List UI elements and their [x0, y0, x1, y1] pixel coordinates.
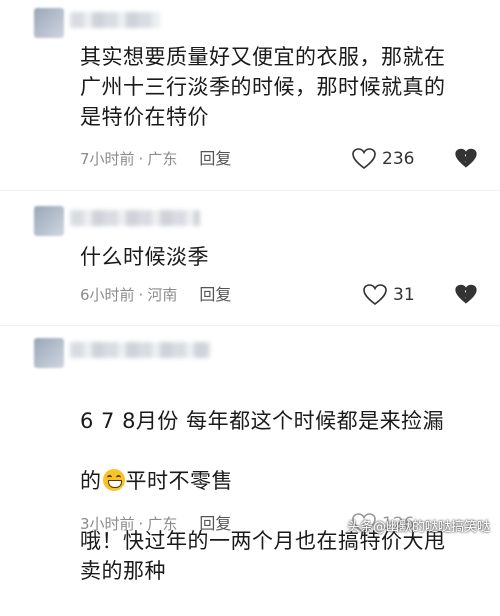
- grinning-face-emoji-icon: [102, 469, 125, 491]
- comment-text: 其实想要质量好又便宜的衣服，那就在 广州十三行淡季的时候，那时候就真的 是特价在…: [80, 45, 446, 129]
- comment-location: 广东: [147, 515, 178, 533]
- heart-outline-icon: [363, 284, 387, 306]
- reply-button[interactable]: 回复: [199, 512, 231, 536]
- username-blurred[interactable]: [70, 12, 160, 28]
- comment-text: 什么时候淡季: [80, 245, 209, 269]
- avatar[interactable]: [34, 8, 64, 38]
- like-count: 31: [393, 285, 415, 305]
- comment-text: 6 7 8月份 每年都这个时候都是来捡漏 的平时不零售 哦！快过年的一两个月也在…: [80, 376, 480, 616]
- like-button[interactable]: 31: [363, 281, 415, 309]
- avatar[interactable]: [34, 338, 64, 368]
- username-blurred[interactable]: [70, 210, 200, 226]
- heart-outline-icon: [352, 148, 376, 170]
- comment-text-line: 6 7 8月份 每年都这个时候都是来捡漏: [80, 409, 445, 433]
- like-button[interactable]: 236: [352, 145, 414, 173]
- reply-button[interactable]: 回复: [199, 147, 231, 171]
- comment-meta: 7小时前 · 广东 回复: [80, 147, 231, 171]
- broken-heart-icon[interactable]: [455, 148, 477, 169]
- comment-meta: 3小时前 · 广东 回复: [80, 512, 231, 536]
- comment-text-segment: 的: [80, 469, 102, 493]
- avatar[interactable]: [34, 206, 64, 236]
- watermark: 头条@幽默的哒哒搞笑哒: [346, 520, 490, 535]
- like-count: 236: [382, 149, 415, 169]
- comment-time: 3小时前: [80, 515, 135, 533]
- divider: [0, 325, 500, 326]
- separator: ·: [138, 286, 144, 304]
- comment-time: 7小时前: [80, 150, 135, 168]
- comment-location: 广东: [147, 150, 178, 168]
- comment-meta: 6小时前 · 河南 回复: [80, 283, 231, 307]
- separator: ·: [138, 150, 144, 168]
- broken-heart-icon[interactable]: [455, 284, 477, 305]
- reply-button[interactable]: 回复: [199, 283, 231, 307]
- divider: [0, 190, 500, 191]
- comment-text-segment: 平时不零售: [125, 469, 233, 493]
- separator: ·: [138, 515, 144, 533]
- username-blurred[interactable]: [70, 342, 210, 358]
- comment-text-line: 的平时不零售: [80, 466, 480, 496]
- comment-time: 6小时前: [80, 286, 135, 304]
- comment-location: 河南: [147, 286, 178, 304]
